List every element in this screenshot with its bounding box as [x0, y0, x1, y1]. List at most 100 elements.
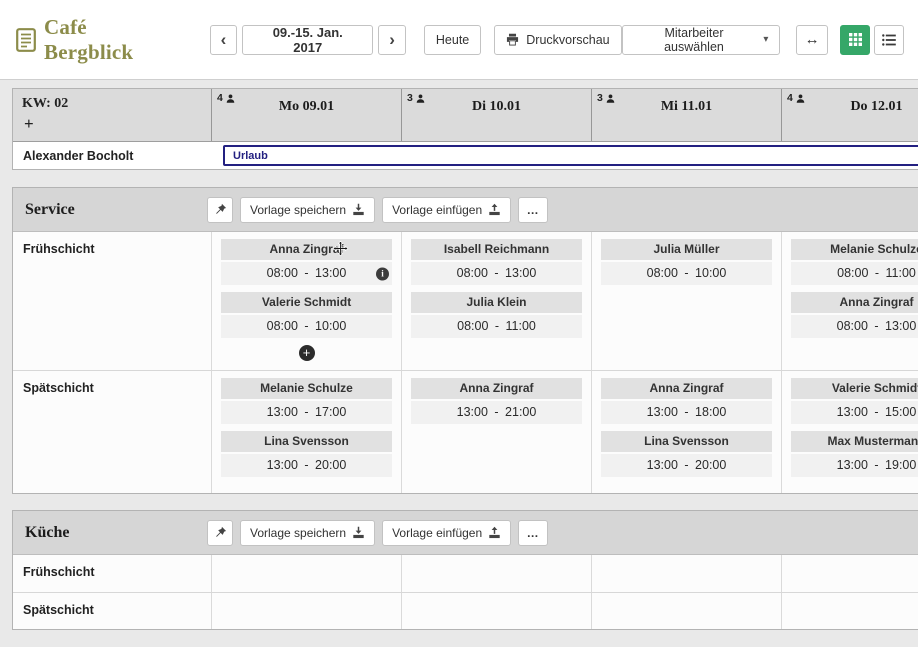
shift-label: Spätschicht [23, 381, 94, 395]
entry-time[interactable]: 13:00 - 20:00 i [601, 454, 772, 477]
day-header[interactable]: 4 Mo 09.01 [211, 89, 401, 141]
print-preview-button[interactable]: Druckvorschau [494, 24, 622, 55]
shift-label: Frühschicht [23, 565, 95, 579]
shift-entry[interactable]: Lina Svensson 13:00 - 20:00 i [221, 431, 392, 477]
entry-name-chip[interactable]: Valerie Schmidt [221, 292, 392, 313]
entry-time[interactable]: 08:00 - 13:00 i [791, 315, 918, 338]
entry-name-chip[interactable]: Anna Zingraf [221, 239, 392, 260]
logo[interactable]: Café Bergblick [16, 15, 180, 65]
add-row-button[interactable]: + [24, 115, 34, 132]
entry-name-chip[interactable]: Anna Zingraf [791, 292, 918, 313]
entry-name-chip[interactable]: Lina Svensson [221, 431, 392, 452]
entry-name-chip[interactable]: Isabell Reichmann [411, 239, 582, 260]
entry-name-chip[interactable]: Anna Zingraf [411, 378, 582, 399]
day-cell[interactable]: Anna Zingraf 13:00 - 18:00 i Lina Svenss… [591, 371, 781, 493]
shift-entry[interactable]: Anna Zingraf 08:00 - 13:00 i [221, 239, 392, 285]
entry-name-chip[interactable]: Julia Klein [411, 292, 582, 313]
day-cell[interactable]: Isabell Reichmann 08:00 - 13:00 i Julia … [401, 232, 591, 370]
day-cell[interactable]: Valerie Schmidt 13:00 - 15:00 i Max Must… [781, 371, 918, 493]
section-title: Service [25, 200, 75, 218]
shift-entry[interactable]: Anna Zingraf 13:00 - 18:00 i [601, 378, 772, 424]
entry-time[interactable]: 13:00 - 15:00 i [791, 401, 918, 424]
save-template-button[interactable]: Vorlage speichern [240, 196, 376, 223]
add-entry-button[interactable]: + [298, 345, 315, 361]
shift-entry[interactable]: Max Mustermann 13:00 - 19:00 i [791, 431, 918, 477]
cell-entries: Melanie Schulze 08:00 - 11:00 i Anna Zin… [791, 239, 918, 338]
day-cell[interactable]: + [401, 555, 591, 592]
entry-name-chip[interactable]: Melanie Schulze [221, 378, 392, 399]
shift-entry[interactable]: Melanie Schulze 08:00 - 11:00 i [791, 239, 918, 285]
shift-entry[interactable]: Valerie Schmidt 13:00 - 15:00 i [791, 378, 918, 424]
day-cell[interactable]: + [591, 593, 781, 629]
entry-time[interactable]: 13:00 - 21:00 i [411, 401, 582, 424]
day-headers: 4 Mo 09.01 3 Di 10.01 3 Mi 11.01 4 Do 12… [211, 89, 918, 141]
entry-time[interactable]: 13:00 - 18:00 i [601, 401, 772, 424]
entry-name-chip[interactable]: Valerie Schmidt [791, 378, 918, 399]
pin-button[interactable] [207, 196, 233, 223]
day-cell[interactable]: + [401, 593, 591, 629]
info-icon[interactable]: i [376, 267, 389, 280]
day-cell[interactable]: + [781, 555, 918, 592]
next-week-button[interactable]: › [378, 24, 406, 55]
prev-week-button[interactable]: ‹ [209, 24, 238, 55]
insert-template-button[interactable]: Vorlage einfügen [382, 196, 512, 223]
entry-name-chip[interactable]: Lina Svensson [601, 431, 772, 452]
entry-time[interactable]: 13:00 - 17:00 i [221, 401, 392, 424]
date-range-button[interactable]: 09.-15. Jan. 2017 [242, 24, 374, 55]
shift-entry[interactable]: Anna Zingraf 08:00 - 13:00 i [791, 292, 918, 338]
save-template-icon [352, 526, 365, 539]
entry-time[interactable]: 08:00 - 13:00 i [221, 262, 392, 285]
more-button[interactable]: … [518, 196, 549, 223]
entry-name-chip[interactable]: Melanie Schulze [791, 239, 918, 260]
shift-entry[interactable]: Julia Müller 08:00 - 10:00 i [601, 239, 772, 285]
shift-label: Spätschicht [23, 603, 94, 617]
day-cell[interactable]: Melanie Schulze 08:00 - 11:00 i Anna Zin… [781, 232, 918, 370]
shift-entry[interactable]: Isabell Reichmann 08:00 - 13:00 i [411, 239, 582, 285]
entry-time[interactable]: 08:00 - 11:00 i [411, 315, 582, 338]
entry-time[interactable]: 13:00 - 19:00 i [791, 454, 918, 477]
shift-entry[interactable]: Anna Zingraf 13:00 - 21:00 i [411, 378, 582, 424]
entry-time[interactable]: 13:00 - 20:00 i [221, 454, 392, 477]
entry-time-text: 13:00 - 21:00 [456, 405, 537, 419]
more-button[interactable]: … [518, 519, 549, 546]
day-cell[interactable]: Anna Zingraf 13:00 - 21:00 i + [401, 371, 591, 493]
entry-time[interactable]: 08:00 - 10:00 i [221, 315, 392, 338]
day-header[interactable]: 4 Do 12.01 [781, 89, 918, 141]
shift-entry[interactable]: Julia Klein 08:00 - 11:00 i [411, 292, 582, 338]
save-template-button[interactable]: Vorlage speichern [240, 519, 376, 546]
day-cell[interactable]: + [591, 555, 781, 592]
shift-entry[interactable]: Lina Svensson 13:00 - 20:00 i [601, 431, 772, 477]
entry-name-chip[interactable]: Max Mustermann [791, 431, 918, 452]
chevron-down-icon: ▾ [763, 34, 769, 45]
insert-template-button[interactable]: Vorlage einfügen [382, 519, 512, 546]
entry-time[interactable]: 08:00 - 11:00 i [791, 262, 918, 285]
list-view-button[interactable] [874, 24, 904, 55]
day-cell[interactable]: Anna Zingraf 08:00 - 13:00 i Valerie Sch… [211, 232, 401, 370]
shift-entry[interactable]: Valerie Schmidt 08:00 - 10:00 i [221, 292, 392, 338]
grid-view-button[interactable] [840, 24, 870, 55]
day-cell[interactable]: + [211, 593, 401, 629]
day-cell[interactable]: + [211, 555, 401, 592]
today-button[interactable]: Heute [423, 24, 482, 55]
entry-name-chip[interactable]: Julia Müller [601, 239, 772, 260]
select-employees-button[interactable]: Mitarbeiter auswählen ▾ [621, 24, 781, 55]
entry-name-chip[interactable]: Anna Zingraf [601, 378, 772, 399]
shift-entry[interactable]: Melanie Schulze 13:00 - 17:00 i [221, 378, 392, 424]
expand-columns-button[interactable]: ↔ [796, 24, 828, 55]
cell-entries: Anna Zingraf 13:00 - 21:00 i [411, 378, 582, 424]
day-header[interactable]: 3 Di 10.01 [401, 89, 591, 141]
entry-time[interactable]: 08:00 - 13:00 i [411, 262, 582, 285]
day-cell[interactable]: + [781, 593, 918, 629]
day-cell[interactable]: Julia Müller 08:00 - 10:00 i + [591, 232, 781, 370]
day-header[interactable]: 3 Mi 11.01 [591, 89, 781, 141]
entry-time[interactable]: 08:00 - 10:00 i [601, 262, 772, 285]
view-toggle [840, 24, 904, 55]
cell-entries: Anna Zingraf 08:00 - 13:00 i Valerie Sch… [221, 239, 392, 338]
pin-button[interactable] [207, 519, 233, 546]
absence-entry[interactable]: Urlaub [223, 145, 918, 166]
day-cell[interactable]: Melanie Schulze 13:00 - 17:00 i Lina Sve… [211, 371, 401, 493]
cell-entries: Melanie Schulze 13:00 - 17:00 i Lina Sve… [221, 378, 392, 477]
department-section: Service Vorlage speichern Vorlage einfüg… [12, 187, 918, 494]
entry-name: Lina Svensson [264, 434, 349, 448]
entry-time-text: 13:00 - 15:00 [836, 405, 917, 419]
